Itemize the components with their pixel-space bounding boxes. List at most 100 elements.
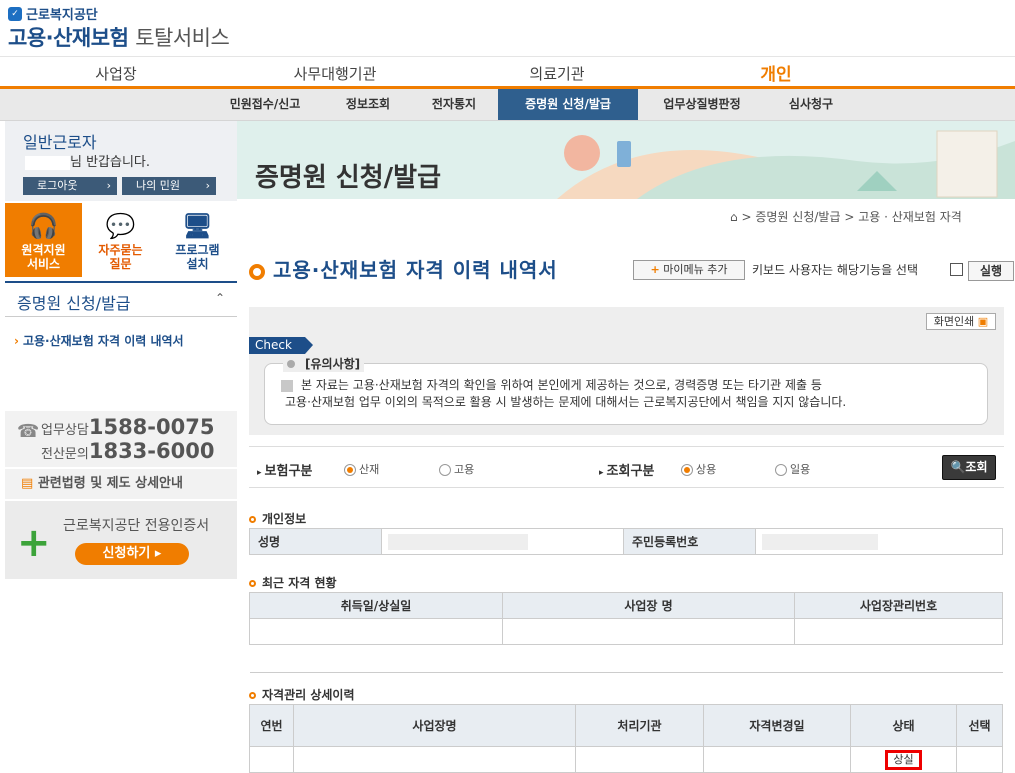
quick-faq[interactable]: 💬 자주묻는 질문	[82, 203, 159, 277]
quick-program-install[interactable]: 🖥 프로그램 설치	[159, 203, 236, 277]
status-badge[interactable]: 상실	[885, 749, 922, 770]
user-box: 일반근로자 님 반갑습니다. 로그아웃 › 나의 민원 ›	[5, 121, 237, 201]
breadcrumb-item[interactable]: 고용 · 산재보험 자격	[858, 210, 962, 224]
left-menu-title[interactable]: 증명원 신청/발급 ⌃	[5, 281, 237, 317]
left-menu-item-label: 고용·산재보험 자격 이력 내역서	[22, 334, 184, 348]
contact-row: 업무상담1588-0075	[41, 415, 214, 439]
play-icon: ▸	[154, 546, 162, 561]
subnav-certificate[interactable]: 증명원 신청/발급	[498, 89, 638, 120]
table-cell	[703, 746, 851, 773]
subnav-review[interactable]: 심사청구	[766, 89, 856, 120]
title-ring-icon	[249, 263, 265, 280]
breadcrumb-item[interactable]: 증명원 신청/발급	[755, 210, 840, 224]
topnav-business[interactable]: 사업장	[90, 63, 142, 84]
subnav-civil[interactable]: 민원접수/신고	[206, 89, 324, 120]
notice-line: 본 자료는 고용·산재보험 자격의 확인을 위하여 본인에게 제공하는 것으로,…	[301, 378, 822, 392]
contact-number: 1588-0075	[88, 415, 215, 439]
personal-table: 성명 주민등록번호	[249, 528, 1003, 555]
subnav-info[interactable]: 정보조회	[326, 89, 410, 120]
table-cell	[249, 618, 503, 645]
logo-mark-icon: ✓	[8, 6, 22, 21]
section-bullet-icon	[249, 580, 256, 587]
quick-label: 질문	[109, 257, 132, 271]
section-personal: 개인정보	[249, 510, 306, 527]
law-link[interactable]: ▤ 관련법령 및 제도 상세안내	[5, 469, 237, 499]
chevron-up-icon: ⌃	[214, 291, 225, 305]
site-title-sub: 토탈서비스	[135, 26, 230, 50]
col-header: 사업장 명	[502, 592, 795, 619]
insurance-type-label: ▸ 보험구분	[257, 460, 312, 479]
topnav-agency[interactable]: 사무대행기관	[285, 63, 385, 84]
col-header: 처리기관	[575, 704, 704, 747]
table-cell	[293, 746, 576, 773]
section-bullet-icon	[249, 692, 256, 699]
site-title-main: 고용·산재보험	[8, 26, 129, 50]
plus-icon: +	[650, 263, 660, 276]
topnav-personal[interactable]: 개인	[755, 60, 797, 85]
run-button[interactable]: 실행	[968, 261, 1014, 281]
banner-phone	[617, 141, 631, 167]
printer-icon: ▣	[977, 315, 989, 328]
search-bar: ▸ 보험구분 산재 고용 ▸ 조회구분 상용 일용 🔍조회	[249, 446, 1004, 488]
banner-building	[936, 130, 998, 198]
org-name: 근로복지공단	[26, 8, 98, 23]
col-header: 사업장명	[293, 704, 576, 747]
search-icon: 🔍	[950, 460, 966, 474]
topnav-medical[interactable]: 의료기관	[522, 63, 592, 84]
arrow-right-icon: ›	[14, 334, 19, 348]
quick-remote-support[interactable]: 🎧 원격지원 서비스	[5, 203, 82, 277]
rrn-header: 주민등록번호	[623, 528, 756, 555]
radio-label: 상용	[696, 463, 717, 476]
notice-line: 고용·산재보험 업무 이외의 목적으로 활용 시 발생하는 문제에 대해서는 근…	[285, 395, 847, 409]
notice-title-text: [유의사항]	[305, 357, 361, 371]
table-header-row: 연번 사업장명 처리기관 자격변경일 상태 선택	[249, 704, 1003, 747]
headset-icon: 🎧	[28, 212, 59, 240]
my-civil-button[interactable]: 나의 민원 ›	[122, 177, 216, 195]
check-tag: Check	[249, 337, 313, 354]
radio-employment[interactable]: 고용	[439, 461, 474, 477]
banner-person	[564, 135, 600, 171]
radio-regular[interactable]: 상용	[681, 461, 716, 477]
print-button[interactable]: 화면인쇄 ▣	[926, 313, 996, 330]
user-greeting: 님 반갑습니다.	[25, 151, 150, 170]
table-cell	[575, 746, 704, 773]
name-header: 성명	[249, 528, 382, 555]
top-nav: 사업장 사무대행기관 의료기관 개인	[0, 56, 1015, 89]
radio-daily[interactable]: 일용	[775, 461, 810, 477]
greeting-text: 님 반갑습니다.	[70, 155, 151, 170]
query-type-label: ▸ 조회구분	[599, 460, 654, 479]
contact-row: 전산문의1833-6000	[41, 439, 214, 463]
keyboard-checkbox[interactable]	[950, 263, 963, 276]
subnav-disease[interactable]: 업무상질병판정	[640, 89, 764, 120]
logout-button[interactable]: 로그아웃 ›	[23, 177, 117, 195]
book-icon: ▤	[21, 476, 34, 491]
radio-industrial[interactable]: 산재	[344, 461, 379, 477]
section-recent: 최근 자격 현황	[249, 574, 337, 591]
chevron-right-icon: ›	[106, 179, 111, 192]
quick-label: 자주묻는	[98, 243, 143, 257]
triangle-right-icon: ▸	[257, 468, 262, 478]
notice-box: [유의사항] 본 자료는 고용·산재보험 자격의 확인을 위하여 본인에게 제공…	[264, 355, 988, 425]
bullet-icon	[287, 360, 295, 368]
home-icon[interactable]: ⌂	[730, 210, 738, 224]
search-button[interactable]: 🔍조회	[942, 455, 996, 480]
table-cell	[502, 618, 795, 645]
cert-apply-button[interactable]: 신청하기 ▸	[75, 543, 189, 565]
add-mymenu-button[interactable]: + 마이메뉴 추가	[633, 260, 745, 280]
section-detail: 자격관리 상세이력	[249, 686, 355, 703]
table-row	[249, 618, 1003, 645]
contact-box: ☎ 업무상담1588-0075 전산문의1833-6000	[5, 411, 237, 467]
name-value	[381, 528, 624, 555]
radio-circle	[775, 464, 787, 476]
subnav-notice[interactable]: 전자통지	[412, 89, 496, 120]
table-cell	[956, 746, 1003, 773]
detail-table: 연번 사업장명 처리기관 자격변경일 상태 선택 상실	[249, 704, 1003, 773]
site-title[interactable]: 고용·산재보험 토탈서비스	[8, 22, 230, 52]
left-menu-title-text: 증명원 신청/발급	[17, 294, 131, 313]
org-logo[interactable]: ✓ 근로복지공단	[8, 4, 98, 23]
radio-circle	[344, 464, 356, 476]
insurance-type-text: 보험구분	[264, 464, 313, 479]
contact-label: 전산문의	[41, 447, 89, 462]
breadcrumb: ⌂ > 증명원 신청/발급 > 고용 · 산재보험 자격	[730, 208, 962, 225]
left-menu-item-history[interactable]: › 고용·산재보험 자격 이력 내역서	[14, 333, 224, 350]
